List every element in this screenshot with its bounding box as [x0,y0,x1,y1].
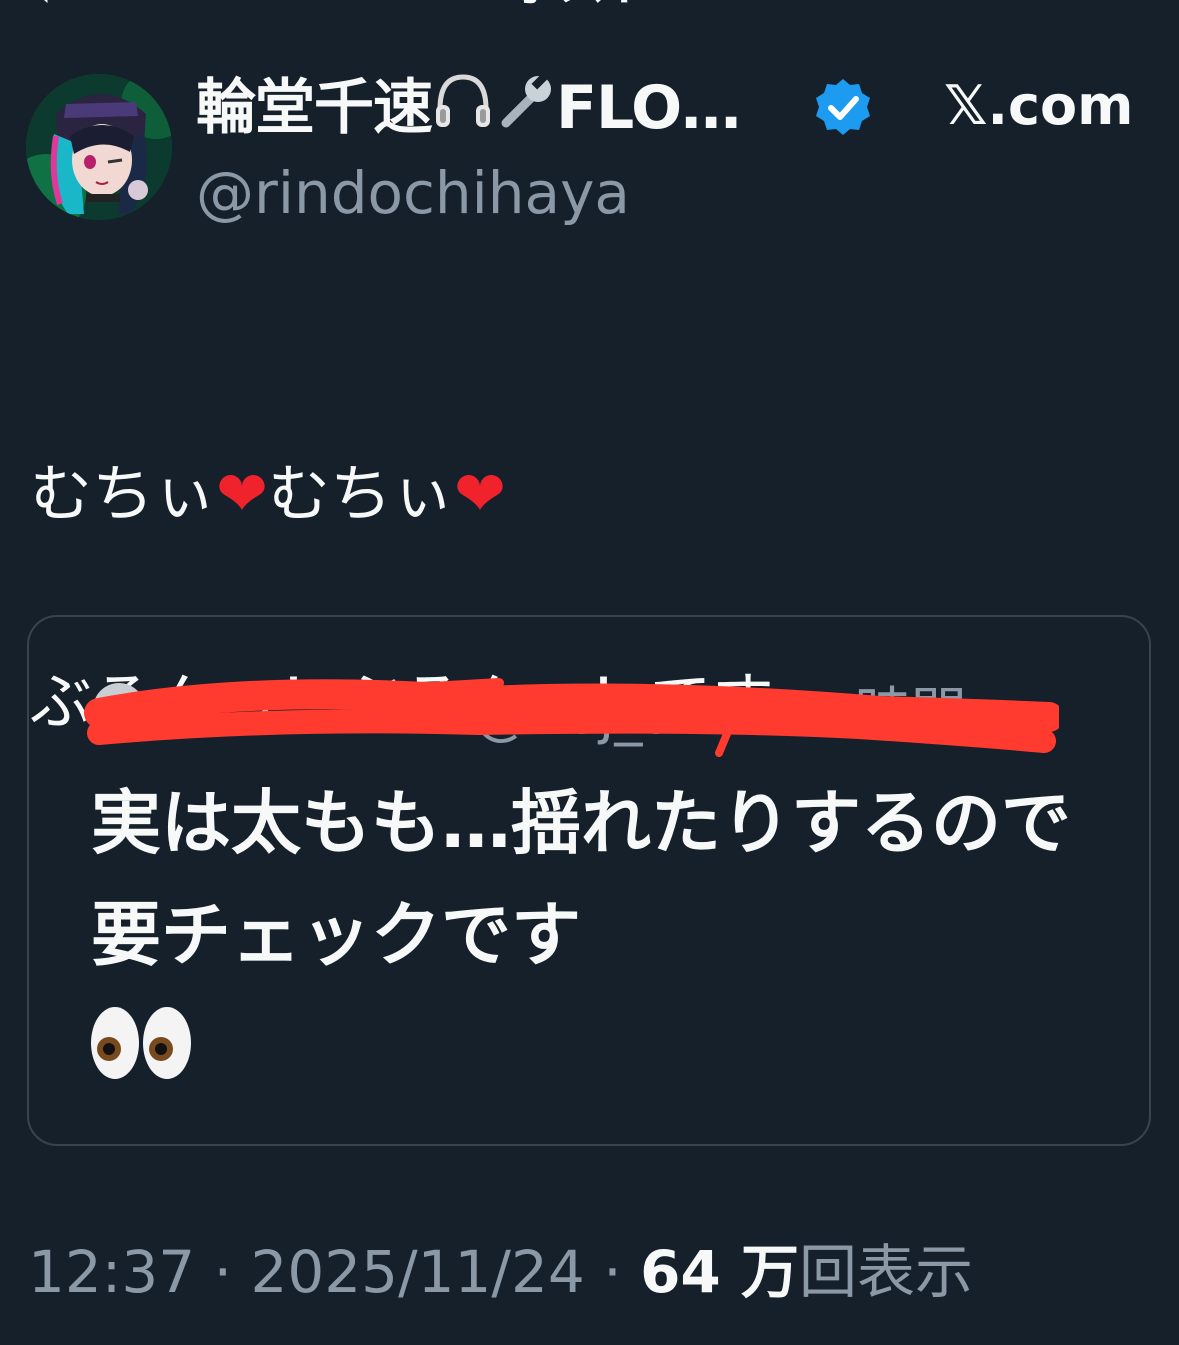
source-link[interactable]: 𝕏.com [944,74,1133,138]
display-name-suffix: FLO… [556,73,741,143]
heart-icon: ❤ [216,457,268,530]
meta-separator: · [603,1238,622,1306]
author-avatar[interactable] [26,74,172,220]
avatar-illustration [26,74,172,220]
wrench-icon [494,69,556,153]
views-label: 回表示 [798,1238,973,1306]
heart-icon: ❤ [453,457,506,530]
author-display-name[interactable]: 輪堂千速 FLO… [196,66,741,153]
author-handle[interactable]: @rindochihaya [196,156,630,230]
redaction-scribble [84,678,1059,757]
tweet-time[interactable]: 12:37 [28,1238,195,1306]
tweet-line-1: むちぃ❤むちぃ❤ [30,442,1150,546]
tweet-detail-page: ‹ ポスト 輪堂千速FLO… 𝕏.com @rindoc [0,0,1179,1345]
display-name-text: 輪堂千速 [196,73,433,143]
source-text: 𝕏.com [944,74,1134,137]
tweet-text-segment: むちぃ [30,457,217,530]
quoted-tweet-card[interactable]: @noj_ad · 10 時間 実は太もも…揺れたりするので要チェックです [27,615,1151,1146]
quoted-tweet-text: 実は太もも…揺れたりするので要チェックです [91,782,1071,976]
tweet-date[interactable]: 2025/11/24 [250,1238,584,1306]
eyes-icon [91,1007,191,1079]
verified-badge-icon [816,79,870,135]
page-title: ポスト [510,0,654,8]
top-navigation: ‹ ポスト [0,0,1179,14]
headphones-icon [432,69,494,153]
back-arrow-icon[interactable]: ‹ [34,0,52,14]
meta-separator: · [213,1238,233,1306]
views-count[interactable]: 64 万 [640,1238,799,1306]
tweet-meta: 12:37 · 2025/11/24 · 64 万回表示 [28,1232,973,1312]
tweet-text-segment: むちぃ [267,457,454,530]
